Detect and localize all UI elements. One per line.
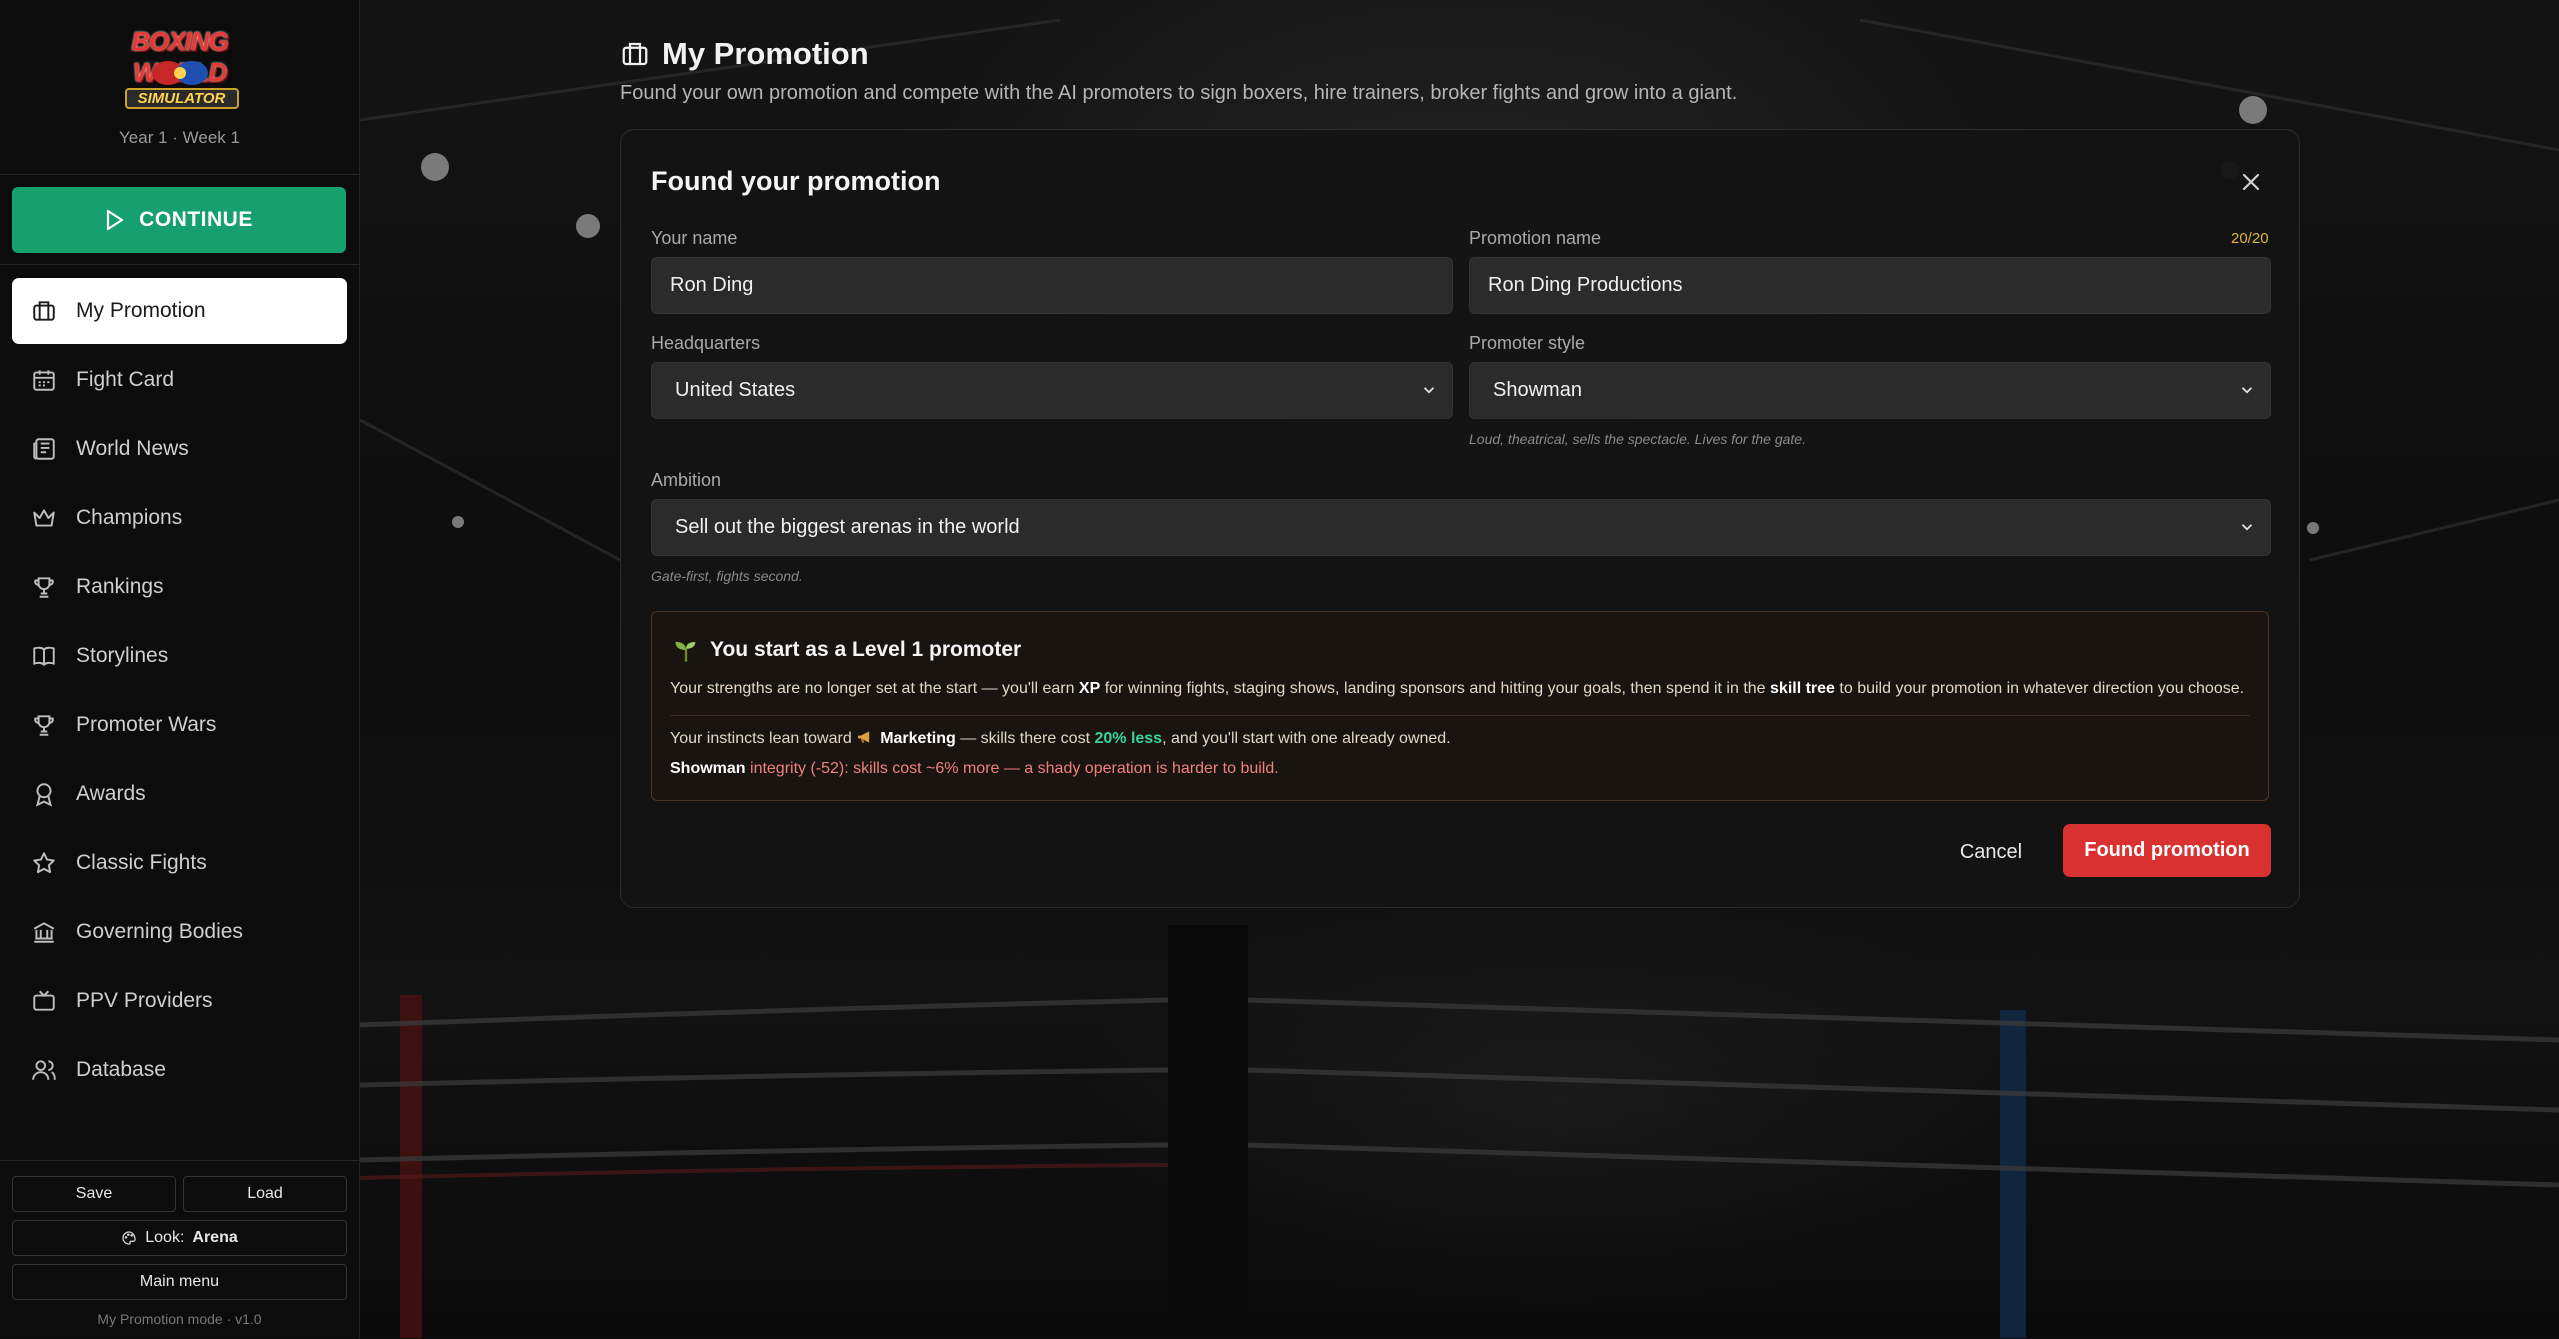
boxing-gloves-icon [151,61,208,85]
sidebar-item-champions[interactable]: Champions [12,485,347,551]
promoter-style-hint: Loud, theatrical, sells the spectacle. L… [1469,431,1806,447]
headquarters-value: United States [675,379,796,401]
users-icon [30,1056,58,1084]
sidebar: BOXING WORLD SIMULATOR Year 1 · Week 1 C… [0,0,360,1338]
chevron-down-icon [1423,387,1435,394]
calendar-icon [30,366,58,394]
save-button[interactable]: Save [12,1176,176,1212]
sidebar-item-label: Champions [76,506,183,529]
ambition-select[interactable]: Sell out the biggest arenas in the world [651,499,2271,556]
sidebar-item-label: Governing Bodies [76,920,243,943]
logo-subtitle: SIMULATOR [124,88,239,109]
look-value: Arena [192,1229,238,1246]
page-subtitle: Found your own promotion and compete wit… [620,82,1738,104]
sidebar-item-ppv-providers[interactable]: PPV Providers [12,968,347,1034]
sidebar-item-storylines[interactable]: Storylines [12,623,347,689]
sidebar-item-database[interactable]: Database [12,1037,347,1103]
sidebar-item-label: Classic Fights [76,851,207,874]
close-icon[interactable] [2239,170,2263,194]
ambition-value: Sell out the biggest arenas in the world [675,516,1020,538]
briefcase-icon [30,297,58,325]
book-icon [30,642,58,670]
sidebar-item-label: Storylines [76,644,169,667]
game-date: Year 1 · Week 1 [119,128,240,147]
promoter-style-value: Showman [1493,379,1582,401]
star-icon [30,849,58,877]
headquarters-label: Headquarters [651,333,761,353]
sidebar-item-label: Awards [76,782,146,805]
page-header: My Promotion Found your own promotion an… [620,36,1737,105]
look-button[interactable]: Look: Arena [12,1220,347,1256]
sidebar-item-label: Promoter Wars [76,713,217,736]
trophy-icon [30,573,58,601]
divider [0,174,359,175]
promotion-name-label: Promotion name [1469,228,1602,248]
look-label: Look: [145,1229,185,1246]
found-promotion-button[interactable]: Found promotion [2063,824,2271,877]
main-menu-button[interactable]: Main menu [12,1264,347,1300]
sidebar-item-label: My Promotion [76,299,206,322]
sidebar-item-world-news[interactable]: World News [12,416,347,482]
sidebar-item-label: World News [76,437,189,460]
found-promotion-dialog: Found your promotion Your name Ron Ding … [620,129,2300,908]
promoter-style-select[interactable]: Showman [1469,362,2271,419]
logo: BOXING WORLD SIMULATOR [0,18,359,128]
briefcase-icon [622,42,648,66]
level-info-panel: You start as a Level 1 promoter Your str… [651,611,2269,801]
continue-button[interactable]: CONTINUE [12,187,346,253]
chevron-down-icon [2241,387,2253,394]
level-info-title: You start as a Level 1 promoter [672,636,1021,664]
page-title-text: My Promotion [662,36,869,71]
newspaper-icon [30,435,58,463]
sidebar-item-label: Rankings [76,575,164,598]
load-button[interactable]: Load [183,1176,347,1212]
cancel-button[interactable]: Cancel [1951,826,2031,878]
your-name-input[interactable]: Ron Ding [651,257,1453,314]
mode-version-text: My Promotion mode · v1.0 [97,1311,262,1327]
divider [0,264,359,265]
continue-label: CONTINUE [139,208,253,231]
sidebar-item-fight-card[interactable]: Fight Card [12,347,347,413]
divider [670,715,2250,716]
ambition-label: Ambition [651,470,722,490]
page-title: My Promotion [620,36,1737,72]
play-icon [107,209,124,231]
your-name-label: Your name [651,228,738,248]
sidebar-item-label: Fight Card [76,368,175,391]
sidebar-item-classic-fights[interactable]: Classic Fights [12,830,347,896]
sidebar-item-awards[interactable]: Awards [12,761,347,827]
palette-icon [122,1231,136,1245]
sidebar-item-rankings[interactable]: Rankings [12,554,347,620]
sidebar-item-governing-bodies[interactable]: Governing Bodies [12,899,347,965]
character-counter: 20/20 [2231,230,2269,247]
chevron-down-icon [2241,524,2253,531]
sidebar-item-promoter-wars[interactable]: Promoter Wars [12,692,347,758]
instinct-text: Your instincts lean toward Marketing — s… [670,730,1451,747]
seedling-icon [675,641,696,662]
award-icon [30,780,58,808]
promotion-name-input[interactable]: Ron Ding Productions [1469,257,2271,314]
level-info-title-text: You start as a Level 1 promoter [710,638,1022,661]
ambition-hint: Gate-first, fights second. [651,568,803,584]
trophy-icon [30,711,58,739]
sidebar-item-label: Database [76,1058,166,1081]
dialog-title: Found your promotion [651,166,941,196]
crown-icon [30,504,58,532]
headquarters-select[interactable]: United States [651,362,1453,419]
level-info-text: Your strengths are no longer set at the … [670,680,2245,697]
sidebar-item-my-promotion[interactable]: My Promotion [12,278,347,344]
megaphone-icon [858,731,870,743]
sidebar-nav: My Promotion Fight Card World News Champ… [12,278,347,1106]
sidebar-footer: Save Load Look: Arena Main menu My Promo… [0,1160,359,1339]
integrity-warning-text: Showman integrity (-52): skills cost ~6%… [670,760,1279,777]
sidebar-item-label: PPV Providers [76,989,213,1012]
tv-icon [30,987,58,1015]
promoter-style-label: Promoter style [1469,333,1586,353]
bank-icon [30,918,58,946]
